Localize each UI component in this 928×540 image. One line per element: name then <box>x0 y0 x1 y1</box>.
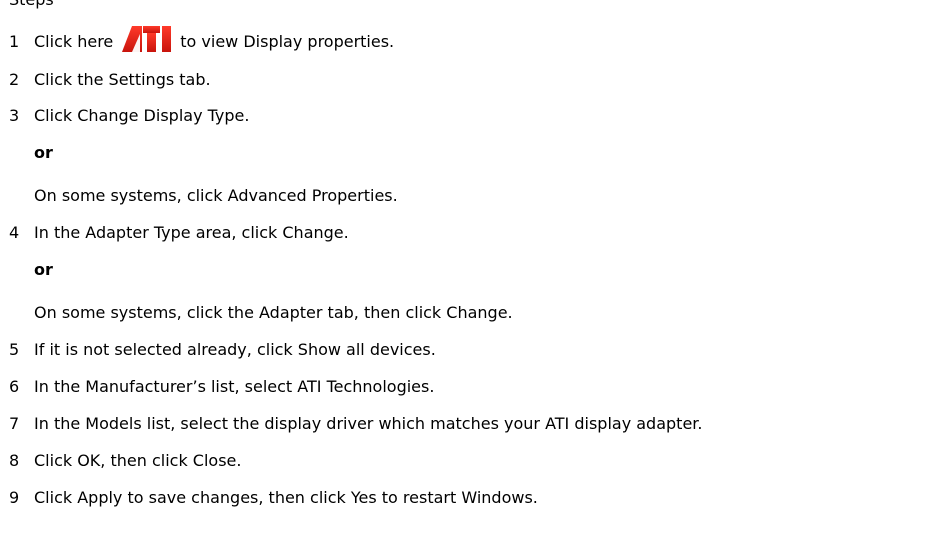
step-6-text: In the Manufacturer’s list, select ATI T… <box>34 377 435 396</box>
step-number: 7 <box>9 414 20 433</box>
or-label: or <box>34 260 53 279</box>
step-9-text: Click Apply to save changes, then click … <box>34 488 538 507</box>
step-3-text: Click Change Display Type. <box>34 106 250 125</box>
step-1-text-after: to view Display properties. <box>180 32 395 51</box>
step-4-text: In the Adapter Type area, click Change. <box>34 223 349 242</box>
step-1-text-before: Click here <box>34 32 114 51</box>
step-9: 9 Click Apply to save changes, then click… <box>9 487 538 509</box>
step-number: 3 <box>9 106 20 125</box>
step-3: 3 Click Change Display Type. <box>9 105 249 127</box>
step-1: 1 Click here to view Display properties. <box>9 22 394 52</box>
step-8: 8 Click OK, then click Close. <box>9 450 241 472</box>
alternative-step-text: On some systems, click the Adapter tab, … <box>34 303 513 322</box>
step-number: 8 <box>9 451 20 470</box>
step-4: 4 In the Adapter Type area, click Change. <box>9 222 349 244</box>
step-number: 1 <box>9 32 20 51</box>
step-number: 6 <box>9 377 20 396</box>
step-5-text: If it is not selected already, click Sho… <box>34 340 436 359</box>
step-5: 5 If it is not selected already, click Sh… <box>9 339 436 361</box>
step-6: 6 In the Manufacturer’s list, select ATI … <box>9 376 434 398</box>
ati-logo-icon[interactable] <box>120 22 174 54</box>
step-number: 9 <box>9 488 20 507</box>
step-2-text: Click the Settings tab. <box>34 70 211 89</box>
step-number: 4 <box>9 223 20 242</box>
alternative-step-text: On some systems, click Advanced Properti… <box>34 186 398 205</box>
step-7-text: In the Models list, select the display d… <box>34 414 703 433</box>
step-8-text: Click OK, then click Close. <box>34 451 242 470</box>
ati-logo-svg <box>122 26 172 52</box>
clipped-heading: Steps <box>9 0 54 11</box>
instructions-page: Steps 1 Click here to view Display proper… <box>0 0 928 540</box>
step-number: 2 <box>9 70 20 89</box>
step-number: 5 <box>9 340 20 359</box>
step-7: 7 In the Models list, select the display … <box>9 413 702 435</box>
step-2: 2 Click the Settings tab. <box>9 69 211 91</box>
or-label: or <box>34 143 53 162</box>
